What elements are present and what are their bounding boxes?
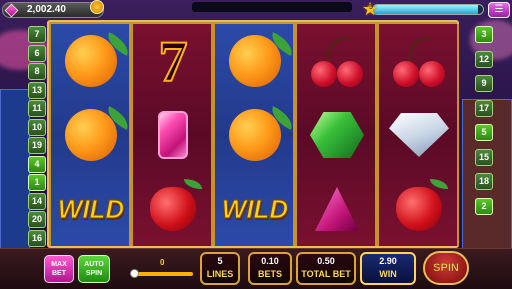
total-bet-value: 0.50 <box>317 256 335 266</box>
max-bet-button[interactable]: MAX BET <box>44 255 74 283</box>
total-bet-label: TOTAL BET <box>301 269 351 279</box>
reel-cell <box>133 172 213 246</box>
menu-button[interactable]: ☰ <box>488 2 510 18</box>
reel-5 <box>379 24 459 246</box>
reel-cell: WILD <box>215 172 295 246</box>
balance-value: 2,002.40 <box>27 4 66 15</box>
orange-icon <box>65 32 133 87</box>
reel-cell <box>133 98 213 172</box>
reel-cell <box>297 172 377 246</box>
diamond-icon <box>389 113 449 157</box>
reels-frame: WILD 7 WILD <box>47 20 459 248</box>
bet-slider-knob[interactable] <box>130 269 139 278</box>
payline-badge[interactable]: 12 <box>475 50 493 68</box>
payline-badge[interactable]: 1 <box>28 174 46 191</box>
payline-badge[interactable]: 18 <box>475 173 493 190</box>
apple-icon <box>396 179 448 231</box>
wild-symbol: WILD <box>57 193 125 224</box>
triangle-gem-icon <box>315 187 359 231</box>
payline-badge[interactable]: 16 <box>28 229 46 247</box>
balance-display: 2,002.40 <box>2 2 104 18</box>
ruby-gem-icon <box>158 111 188 159</box>
wild-symbol: WILD <box>221 193 289 224</box>
reel-3: WILD <box>215 24 297 246</box>
payline-badge[interactable]: 9 <box>475 75 493 92</box>
bet-slider-track[interactable] <box>133 272 193 276</box>
payline-badge[interactable]: 11 <box>28 100 46 117</box>
reel-cell <box>379 24 459 98</box>
orange-icon <box>65 106 133 161</box>
reel-cell <box>379 172 459 246</box>
reel-cell <box>297 98 377 172</box>
payline-badge[interactable]: 5 <box>475 124 493 141</box>
bets-selector[interactable]: 0.10 BETS <box>248 252 292 285</box>
lines-label: LINES <box>206 269 234 279</box>
payline-badge[interactable]: 4 <box>28 155 46 173</box>
emerald-gem-icon <box>310 112 364 158</box>
bets-label: BETS <box>257 269 282 279</box>
jackpot-ticker <box>192 2 352 12</box>
reel-cell <box>297 24 377 98</box>
bet-slider-value: 0 <box>160 258 165 267</box>
payline-badge[interactable]: 17 <box>475 99 493 117</box>
bets-value: 0.10 <box>261 256 279 266</box>
spin-button[interactable]: SPIN <box>423 251 469 285</box>
reel-cell <box>51 24 133 98</box>
payline-badge[interactable]: 20 <box>28 211 46 228</box>
reel-cell <box>51 98 133 172</box>
payline-badge[interactable]: 3 <box>475 26 493 43</box>
xp-progress-fill <box>373 5 478 14</box>
orange-icon <box>229 32 297 87</box>
lines-value: 5 <box>217 256 223 266</box>
top-bar: 2,002.40 ★ 5 ☰ <box>0 0 512 20</box>
menu-icon: ☰ <box>494 4 504 15</box>
win-label: WIN <box>379 269 397 279</box>
reel-cell: 7 <box>133 24 213 98</box>
reel-cell <box>215 24 297 98</box>
payline-badge[interactable]: 19 <box>28 137 46 154</box>
lines-selector[interactable]: 5 LINES <box>200 252 240 285</box>
seven-icon: 7 <box>158 28 189 95</box>
payline-badge[interactable]: 14 <box>28 192 46 210</box>
payline-badge[interactable]: 13 <box>28 81 46 99</box>
auto-spin-button[interactable]: AUTO SPIN <box>78 255 110 283</box>
payline-badge[interactable]: 7 <box>28 26 46 43</box>
cherries-icon <box>309 33 365 87</box>
xp-progress-bar <box>372 4 484 15</box>
reel-4 <box>297 24 377 246</box>
reel-cell: WILD <box>51 172 131 246</box>
win-display: 2.90 WIN <box>360 252 416 285</box>
reel-1: WILD <box>51 24 133 246</box>
reel-cell <box>215 98 297 172</box>
payline-badge[interactable]: 10 <box>28 118 46 136</box>
gem-icon <box>4 3 19 18</box>
level-value: 5 <box>369 4 373 11</box>
add-coins-button[interactable] <box>90 0 104 14</box>
payline-badge[interactable]: 15 <box>475 148 493 166</box>
win-value: 2.90 <box>379 256 397 266</box>
reel-2: 7 <box>133 24 213 246</box>
orange-icon <box>229 106 297 161</box>
payline-badge[interactable]: 6 <box>28 44 46 62</box>
total-bet-display: 0.50 TOTAL BET <box>296 252 356 285</box>
reel-cell <box>379 98 459 172</box>
payline-badge[interactable]: 2 <box>475 197 493 215</box>
payline-badge[interactable]: 8 <box>28 63 46 80</box>
cherries-icon <box>391 33 447 87</box>
apple-icon <box>150 179 202 231</box>
